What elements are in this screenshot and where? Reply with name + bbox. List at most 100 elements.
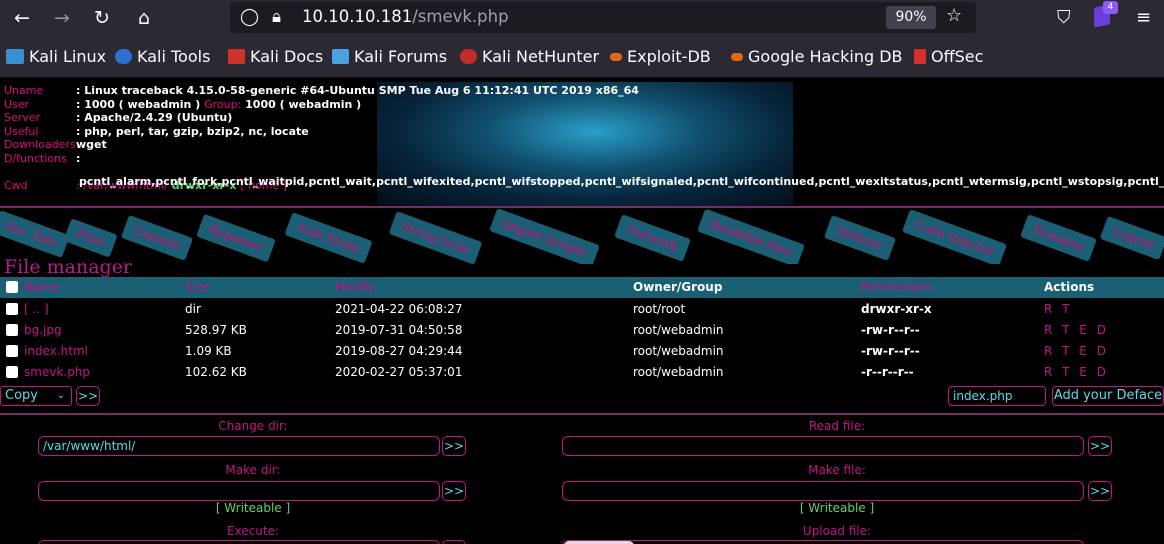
- file-actions[interactable]: R T E D: [1044, 320, 1109, 341]
- select-all-checkbox[interactable]: [6, 281, 18, 293]
- make-dir-go-button[interactable]: >>: [442, 481, 466, 501]
- tab-defacer[interactable]: Defacer: [823, 215, 896, 261]
- url-bar[interactable]: ◯ 🔒︎ 10.10.10.181/smevk.php 90% ☆: [230, 2, 976, 33]
- tab-safe-mode[interactable]: Safe Mode: [284, 212, 373, 264]
- bookmark-kali-docs[interactable]: Kali Docs: [228, 47, 323, 67]
- tool-tabs: Sec. Info Files Console Bypasser Safe Mo…: [0, 208, 1164, 264]
- disabled-functions: pcntl_alarm,pcntl_fork,pcntl_waitpid,pcn…: [79, 175, 1164, 188]
- file-actions[interactable]: R T E D: [1044, 341, 1109, 362]
- file-modified: 2019-07-31 04:50:58: [335, 323, 463, 337]
- change-dir-label: Change dir:: [218, 419, 288, 433]
- action-go-button[interactable]: >>: [76, 386, 100, 406]
- exploit-db-icon: [610, 53, 622, 61]
- header-owner: Owner/Group: [633, 280, 723, 294]
- forward-icon[interactable]: →: [48, 4, 76, 32]
- uname-value: : Linux traceback 4.15.0-58-generic #64-…: [76, 84, 639, 97]
- table-row: smevk.php 102.62 KB 2020-02-27 05:37:01 …: [0, 362, 1164, 383]
- tab-network[interactable]: Network: [614, 214, 691, 262]
- tab-bypasser[interactable]: Bypasser: [196, 213, 276, 263]
- url-text[interactable]: 10.10.10.181/smevk.php: [302, 6, 509, 28]
- downloaders-label: Downloaders:: [4, 138, 80, 152]
- file-name[interactable]: [ .. ]: [24, 299, 49, 320]
- make-dir-input[interactable]: [38, 481, 440, 501]
- extension-badge: 4: [1103, 1, 1118, 14]
- table-row: index.html 1.09 KB 2019-08-27 04:29:44 r…: [0, 341, 1164, 362]
- header-size[interactable]: Size: [185, 277, 210, 298]
- file-permissions[interactable]: -rw-r--r--: [861, 341, 920, 362]
- bookmark-kali-linux[interactable]: Kali Linux: [6, 47, 106, 67]
- row-checkbox[interactable]: [6, 324, 18, 336]
- file-actions[interactable]: R T E D: [1044, 362, 1109, 383]
- useful-label: Useful: [4, 124, 39, 138]
- file-size: 1.09 KB: [185, 344, 232, 358]
- bookmark-kali-tools[interactable]: Kali Tools: [115, 47, 210, 67]
- file-manager-title: File manager: [4, 256, 133, 278]
- header-modify[interactable]: Modify: [335, 277, 375, 298]
- bookmark-label: Kali Tools: [137, 47, 211, 66]
- kali-tools-icon: [115, 49, 132, 64]
- bookmark-label: Kali NetHunter: [482, 47, 600, 66]
- file-owner: root/webadmin: [633, 323, 724, 337]
- back-icon[interactable]: ←: [8, 4, 36, 32]
- tab-code-injector[interactable]: Code Injector: [901, 209, 1007, 264]
- tab-sec-info[interactable]: Sec. Info: [0, 210, 70, 258]
- bookmark-exploit-db[interactable]: Exploit-DB: [610, 47, 711, 67]
- file-name[interactable]: index.html: [24, 341, 88, 362]
- row-checkbox[interactable]: [6, 303, 18, 315]
- pocket-icon[interactable]: ⛉: [1057, 4, 1071, 32]
- tab-files[interactable]: Files: [63, 218, 118, 258]
- header-name[interactable]: Name: [24, 277, 59, 298]
- bookmark-offsec[interactable]: OffSec: [914, 47, 983, 67]
- file-modified: 2021-04-22 06:08:27: [335, 302, 463, 316]
- file-permissions[interactable]: -rw-r--r--: [861, 320, 920, 341]
- bookmark-google-hacking-db[interactable]: Google Hacking DB: [731, 47, 903, 67]
- reload-icon[interactable]: ↻: [88, 4, 116, 32]
- file-permissions[interactable]: -r--r--r--: [861, 362, 914, 383]
- bookmark-label: Exploit-DB: [627, 47, 711, 66]
- tab-readable-dirs[interactable]: Readable Dirs: [697, 208, 805, 264]
- action-select-value: Copy: [5, 388, 38, 403]
- read-file-input[interactable]: [562, 436, 1084, 456]
- change-dir-go-button[interactable]: >>: [442, 436, 466, 456]
- file-actions[interactable]: R T: [1044, 299, 1072, 320]
- tab-import-scripts[interactable]: Import Scripts: [489, 208, 600, 264]
- menu-icon[interactable]: ≡: [1136, 4, 1151, 32]
- useful-value: : php, perl, tar, gzip, bzip2, nc, locat…: [76, 124, 309, 138]
- home-icon[interactable]: ⌂: [130, 4, 158, 32]
- execute-go-button[interactable]: >>: [442, 540, 466, 544]
- action-select[interactable]: Copy ⌄: [0, 386, 72, 406]
- read-file-go-button[interactable]: >>: [1088, 436, 1112, 456]
- execute-input[interactable]: [38, 540, 440, 544]
- server-label: Server: [4, 111, 41, 125]
- upload-file-input[interactable]: [562, 540, 1084, 544]
- tab-string-tools[interactable]: String tools: [388, 211, 483, 264]
- deface-filename-input[interactable]: index.php: [948, 386, 1046, 406]
- file-owner: root/webadmin: [633, 344, 724, 358]
- header-permissions[interactable]: Permissions: [861, 277, 932, 298]
- server-value: : Apache/2.4.29 (Ubuntu): [76, 111, 233, 125]
- make-dir-label: Make dir:: [225, 463, 281, 477]
- user-value: : 1000 ( webadmin ): [76, 97, 201, 111]
- tab-domains[interactable]: Domains: [1020, 214, 1098, 262]
- file-name[interactable]: smevk.php: [24, 362, 90, 383]
- bookmark-label: Google Hacking DB: [748, 47, 903, 66]
- table-row: bg.jpg 528.97 KB 2019-07-31 04:50:58 roo…: [0, 320, 1164, 341]
- add-deface-button[interactable]: Add your Deface: [1052, 386, 1164, 406]
- file-name[interactable]: bg.jpg: [24, 320, 62, 341]
- star-icon[interactable]: ☆: [946, 5, 962, 26]
- lock-icon[interactable]: 🔒︎: [272, 6, 281, 28]
- tab-console[interactable]: Console: [120, 215, 194, 261]
- bookmark-kali-forums[interactable]: Kali Forums: [332, 47, 447, 67]
- file-permissions[interactable]: drwxr-xr-x: [861, 299, 932, 320]
- bookmark-kali-nethunter[interactable]: Kali NetHunter: [460, 47, 599, 67]
- change-dir-input[interactable]: /var/www/html/: [38, 436, 440, 456]
- bookmarks-bar: Kali Linux Kali Tools Kali Docs Kali For…: [0, 36, 1164, 78]
- tab-logout[interactable]: Logout: [1099, 216, 1164, 260]
- shield-icon[interactable]: ◯: [240, 6, 259, 28]
- make-file-go-button[interactable]: >>: [1088, 481, 1112, 501]
- row-checkbox[interactable]: [6, 345, 18, 357]
- make-file-input[interactable]: [562, 481, 1084, 501]
- bookmark-label: Kali Forums: [354, 47, 448, 66]
- zoom-button[interactable]: 90%: [886, 6, 936, 29]
- row-checkbox[interactable]: [6, 366, 18, 378]
